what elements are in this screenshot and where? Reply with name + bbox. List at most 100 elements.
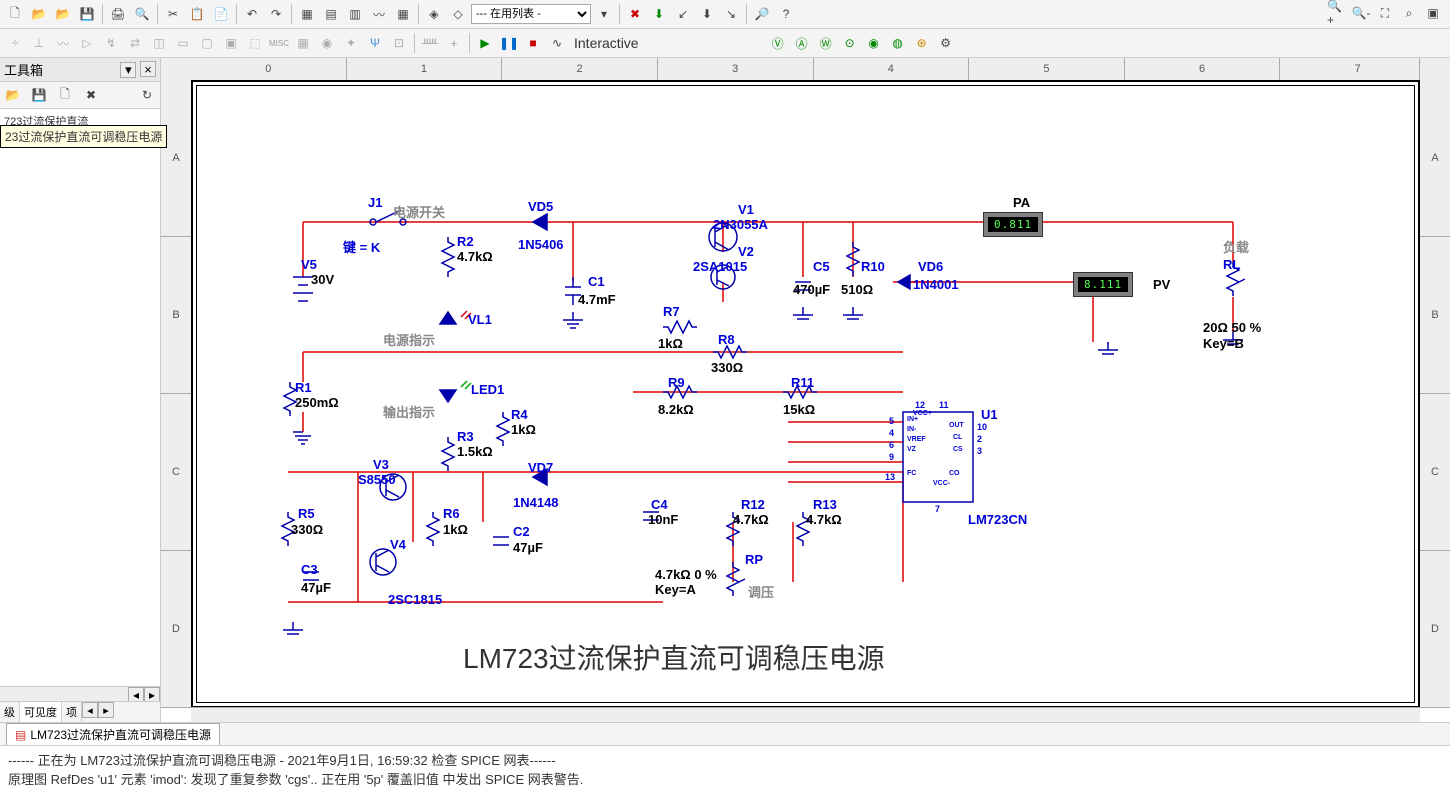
zoom-area-icon[interactable]: ⛶ [1374,2,1396,24]
zoom-out-icon[interactable]: 🔍- [1350,2,1372,24]
panel-controls: ▾ × [120,61,156,78]
toolbox-body[interactable]: 723过流保护直流 23过流保护直流可调稳压电源 [0,109,160,686]
place1-icon[interactable]: ÷ [4,32,26,54]
preview-icon[interactable]: 🔍 [131,3,153,25]
place11-icon[interactable]: ⬚ [244,32,266,54]
pause-icon[interactable]: ❚❚ [498,32,520,54]
place13-icon[interactable]: ▦ [292,32,314,54]
ruler-cell: C [1420,394,1450,551]
grid1-icon[interactable]: ▦ [296,3,318,25]
wave-icon[interactable]: 〰 [368,3,390,25]
toolbox-title: 工具箱 ▾ × [0,58,160,82]
instr6-icon[interactable]: ◍ [887,32,909,54]
bus-icon[interactable]: Ψ [364,32,386,54]
zoom-in-icon[interactable]: 🔍+ [1326,2,1348,24]
copy-icon[interactable]: 📋 [186,3,208,25]
tab-scroll-left-icon[interactable]: ◂ [82,702,98,718]
meter-display: 0.811 [988,217,1038,232]
instr4-icon[interactable]: ⊙ [839,32,861,54]
sheet-icon: ▤ [15,728,26,742]
place2-icon[interactable]: ⊥ [28,32,50,54]
place14-icon[interactable]: ◉ [316,32,338,54]
side-tab-level[interactable]: 级 [0,702,20,722]
mode-label: Interactive [574,35,639,51]
stop-icon[interactable]: ■ [522,32,544,54]
zoom-fit-icon[interactable]: ⌕ [1398,2,1420,24]
instr3-icon[interactable]: Ⓦ [815,32,837,54]
save-icon[interactable]: 💾 [76,3,98,25]
schematic-sheet[interactable]: 0.811 8.111 J1 电源开关 键 = K V5 30V R2 4.7k… [191,80,1420,708]
place15-icon[interactable]: ✦ [340,32,362,54]
fullscreen-icon[interactable]: ▣ [1422,2,1444,24]
ruler-cell: B [161,237,191,394]
open2-icon[interactable]: 📂 [52,3,74,25]
probe-v-icon[interactable]: ✖ [624,3,646,25]
side-hscroll[interactable]: ◂ ▸ [0,686,160,701]
instr7-icon[interactable]: ⊛ [911,32,933,54]
redo-icon[interactable]: ↷ [265,3,287,25]
print-icon[interactable]: 🖨 [107,3,129,25]
side-tab-visibility[interactable]: 可见度 [20,702,62,722]
probe5-icon[interactable]: ↘ [720,3,742,25]
instr2-icon[interactable]: Ⓐ [791,32,813,54]
cut-icon[interactable]: ✂ [162,3,184,25]
place6-icon[interactable]: ⇄ [124,32,146,54]
place4-icon[interactable]: ▷ [76,32,98,54]
probe3-icon[interactable]: ↙ [672,3,694,25]
help-icon[interactable]: ? [775,3,797,25]
log-panel[interactable]: ------ 正在为 LM723过流保护直流可调稳压电源 - 2021年9月1日… [0,745,1450,804]
document-tab[interactable]: ▤ LM723过流保护直流可调稳压电源 [6,723,220,745]
place16-icon[interactable]: ⊡ [388,32,410,54]
comp2-icon[interactable]: ◇ [447,3,469,25]
tb-del-icon[interactable]: ✖ [80,84,102,106]
sep [414,33,415,53]
tb-open-icon[interactable]: 📂 [2,84,24,106]
chevron-down-icon[interactable]: ▾ [593,3,615,25]
gear-icon[interactable]: ⚙ [935,32,957,54]
grid3-icon[interactable]: ▥ [344,3,366,25]
hier2-icon[interactable]: ᚐ [443,32,465,54]
undo-icon[interactable]: ↶ [241,3,263,25]
tb-refresh-icon[interactable]: ↻ [136,84,158,106]
place8-icon[interactable]: ▭ [172,32,194,54]
new-icon[interactable]: 🗋 [4,3,26,25]
usage-list-select[interactable]: --- 在用列表 - [471,4,591,24]
place9-icon[interactable]: ▢ [196,32,218,54]
probe-i-icon[interactable]: ⬇ [648,3,670,25]
probe4-icon[interactable]: ⬇ [696,3,718,25]
ruler-cell: 1 [347,58,503,80]
run-icon[interactable]: ▶ [474,32,496,54]
body-row: 工具箱 ▾ × 📂 💾 🗋 ✖ ↻ 723过流保护直流 23过流保护直流可调稳压… [0,58,1450,722]
tb-save-icon[interactable]: 💾 [28,84,50,106]
comp1-icon[interactable]: ◈ [423,3,445,25]
instr1-icon[interactable]: Ⓥ [767,32,789,54]
grid2-icon[interactable]: ▤ [320,3,342,25]
ruler-cell: 7 [1280,58,1436,80]
ruler-cell: 2 [502,58,658,80]
place7-icon[interactable]: ◫ [148,32,170,54]
toolbox-title-text: 工具箱 [4,60,43,79]
interactive-icon[interactable]: ∿ [546,32,568,54]
table-icon[interactable]: ▦ [392,3,414,25]
voltmeter-pv[interactable]: 8.111 [1073,272,1133,297]
ammeter-pa[interactable]: 0.811 [983,212,1043,237]
misc-icon[interactable]: MISC [268,32,290,54]
place10-icon[interactable]: ▣ [220,32,242,54]
sep [157,4,158,24]
instr5-icon[interactable]: ◉ [863,32,885,54]
zoom-toolbar: 🔍+ 🔍- ⛶ ⌕ ▣ [1326,2,1444,24]
place5-icon[interactable]: ↯ [100,32,122,54]
tab-scroll-right-icon[interactable]: ▸ [98,702,114,718]
log-line: ------ 正在为 LM723过流保护直流可调稳压电源 - 2021年9月1日… [8,750,1442,769]
panel-close-icon[interactable]: × [140,61,156,77]
side-tab-item[interactable]: 项 [62,702,82,722]
open-icon[interactable]: 📂 [28,3,50,25]
canvas-hscroll[interactable] [191,707,1420,722]
paste-icon[interactable]: 📄 [210,3,232,25]
tb-new-icon[interactable]: 🗋 [54,84,76,106]
hier1-icon[interactable]: ᚊ [419,32,441,54]
panel-menu-icon[interactable]: ▾ [120,62,136,78]
search-icon[interactable]: 🔎 [751,3,773,25]
ruler-cell: A [1420,80,1450,237]
place3-icon[interactable]: 〰 [52,32,74,54]
